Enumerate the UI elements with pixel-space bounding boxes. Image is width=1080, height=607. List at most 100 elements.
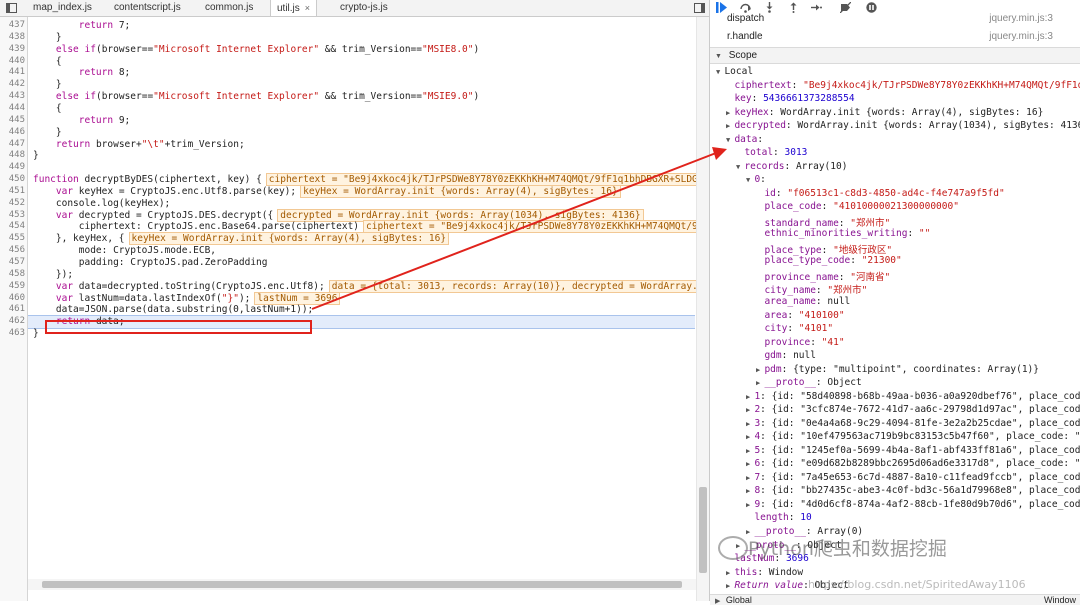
scope-property-row[interactable]: ▶ 9: {id: "4d0d6cf8-874a-4af2-88cb-1fe80… [746,499,1080,510]
code-line: var data=decrypted.toString(CryptoJS.enc… [33,279,709,293]
scope-property-row[interactable]: length: 10 [746,512,811,523]
code-line: return browser+"\t"+trim_Version; [33,139,245,150]
close-tab-icon[interactable]: × [305,3,310,13]
scope-group-row[interactable]: ▼ Local [716,66,753,77]
scope-property-row[interactable]: ▼ data: [726,134,769,145]
scope-property-row[interactable]: ▶ 3: {id: "0e4a4a68-9c29-4094-81fe-3e2a2… [746,418,1080,429]
scope-property-row[interactable]: ▶ pdm: {type: "multipoint", coordinates:… [756,364,1039,375]
property-key: id [764,187,776,199]
scope-property-row[interactable]: ▶ 8: {id: "bb27435c-abe3-4c0f-bd3c-56a1d… [746,485,1080,496]
line-number[interactable]: 455 [0,233,25,243]
call-frame[interactable]: r.handle jquery.min.js:3 [727,31,1067,42]
scope-property-row[interactable]: ▶ 1: {id: "58d40898-b68b-49aa-b036-a0a92… [746,391,1080,402]
code-text: else if(browser=="Microsoft Internet Exp… [55,43,480,55]
line-number[interactable]: 463 [0,328,25,338]
scope-property-row[interactable]: ▶ 7: {id: "7a45e653-6c7d-4887-8a10-c11fe… [746,472,1080,483]
scope-property-row[interactable]: province: "41" [756,337,844,348]
scope-property-row[interactable]: id: "f06513c1-c8d3-4850-ad4c-f4e747a9f5f… [756,187,1005,199]
scope-property-row[interactable]: area: "410100" [756,310,844,321]
line-number[interactable]: 445 [0,115,25,125]
toggle-debugger-icon[interactable] [694,3,705,13]
code-text: } [33,31,62,43]
key-separator: : [815,285,828,297]
scope-property-row[interactable]: ▶ __proto__: Object [756,377,862,388]
scope-property-row[interactable]: ▶ 4: {id: "10ef479563ac719b9bc83153c5b47… [746,431,1080,442]
tab-contentscript-js[interactable]: contentscript.js [114,0,181,16]
line-number[interactable]: 451 [0,186,25,196]
scope-property-row[interactable]: ▶ 6: {id: "e09d682b8289bbc2695d06ad6e331… [746,458,1080,469]
scope-property-row[interactable]: ▶ 2: {id: "3cfc874e-7672-41d7-aa6c-29798… [746,404,1080,415]
line-number[interactable]: 449 [0,162,25,172]
line-number[interactable]: 454 [0,221,25,231]
property-value: {id: "10ef479563ac719b9bc83153c5b47f60",… [771,431,1080,443]
line-number[interactable]: 457 [0,257,25,267]
line-number[interactable]: 450 [0,174,25,184]
line-number[interactable]: 438 [0,32,25,42]
scope-property-row[interactable]: place_type: "地级行政区" [756,242,892,256]
scope-property-row[interactable]: area_name: null [756,296,850,307]
scope-property-row[interactable]: standard_name: "郑州市" [756,215,890,229]
scope-property-row[interactable]: place_code: "41010000021300000000" [756,201,959,212]
scope-property-row[interactable]: place_type_code: "21300" [756,255,901,267]
code-line: else if(browser=="Microsoft Internet Exp… [33,91,479,102]
toggle-navigator-icon[interactable] [6,3,17,13]
scope-property-row[interactable]: key: 5436661373288554 [726,93,854,104]
property-value: "Be9j4xkoc4jk/TJrPSDWe8Y78Y0zEKKhKH+M74Q… [803,79,1080,91]
line-number[interactable]: 459 [0,281,25,291]
code-text: { [33,55,62,67]
line-number[interactable]: 458 [0,269,25,279]
line-number[interactable]: 452 [0,198,25,208]
tab-common-js[interactable]: common.js [205,0,253,16]
scope-property-row[interactable]: ▶ keyHex: WordArray.init {words: Array(4… [726,107,1043,118]
vertical-scrollbar[interactable] [696,17,709,601]
scope-property-row[interactable]: ▼ records: Array(10) [736,161,847,172]
key-separator: : [773,147,785,159]
line-number[interactable]: 440 [0,56,25,66]
line-number[interactable]: 446 [0,127,25,137]
line-number-gutter[interactable]: 437 438 439 440 441 442 443 444 445 446 447 448 449 4… [0,17,28,601]
tab-label: util.js [277,3,300,14]
property-value: {id: "3cfc874e-7672-41d7-aa6c-29798d1d97… [771,404,1080,416]
scope-property-row[interactable]: ethnic_minorities_writing: "" [756,228,930,239]
line-number[interactable]: 460 [0,293,25,303]
line-number[interactable]: 447 [0,139,25,149]
global-scope-row[interactable]: ▶ Global Window [710,594,1080,605]
line-number[interactable]: 437 [0,20,25,30]
scope-property-row[interactable]: ▶ decrypted: WordArray.init {words: Arra… [726,120,1080,131]
scope-property-row[interactable]: gdm: null [756,350,816,361]
line-number[interactable]: 453 [0,210,25,220]
scope-property-row[interactable]: ciphertext: "Be9j4xkoc4jk/TJrPSDWe8Y78Y0… [726,80,1080,91]
scope-section-header[interactable]: ▼ Scope [710,47,1080,64]
scope-property-row[interactable]: ▶ 5: {id: "1245ef0a-5699-4b4a-8af1-abf43… [746,445,1080,456]
line-number[interactable]: 461 [0,304,25,314]
line-number[interactable]: 456 [0,245,25,255]
line-number[interactable]: 462 [0,316,25,326]
tab-crypto-js-js[interactable]: crypto-js.js [340,0,388,16]
scope-property-row[interactable]: ▼ 0: [746,174,772,185]
tab-map-index-js[interactable]: map_index.js [33,0,92,16]
scope-property-row[interactable]: province_name: "河南省" [756,269,890,283]
tab-label: contentscript.js [114,2,181,13]
line-number[interactable]: 442 [0,79,25,89]
horizontal-scroll-thumb[interactable] [42,581,682,588]
scope-property-row[interactable]: ▶ this: Window [726,567,803,578]
property-key: city [764,323,788,335]
scope-property-row[interactable]: city: "4101" [756,323,833,334]
property-key: place_type_code [764,255,851,267]
horizontal-scrollbar[interactable] [28,579,696,590]
scope-property-row[interactable]: total: 3013 [736,147,807,158]
scope-property-row[interactable]: city_name: "郑州市" [756,282,867,296]
property-value: "郑州市" [827,285,868,297]
property-key: area_name [764,296,816,307]
tab-util-js[interactable]: util.js × [270,0,318,16]
call-frame[interactable]: dispatch jquery.min.js:3 [727,13,1067,24]
line-number[interactable]: 439 [0,44,25,54]
line-number[interactable]: 444 [0,103,25,113]
line-number[interactable]: 441 [0,67,25,77]
source-code-editor[interactable]: 437 438 439 440 441 442 443 444 445 446 447 448 449 4… [0,17,709,601]
line-number[interactable]: 443 [0,91,25,101]
tab-label: crypto-js.js [340,2,388,13]
vertical-scroll-thumb[interactable] [699,487,707,573]
line-number[interactable]: 448 [0,150,25,160]
property-value: "f06513c1-c8d3-4850-ad4c-f4e747a9f5fd" [787,187,1005,199]
